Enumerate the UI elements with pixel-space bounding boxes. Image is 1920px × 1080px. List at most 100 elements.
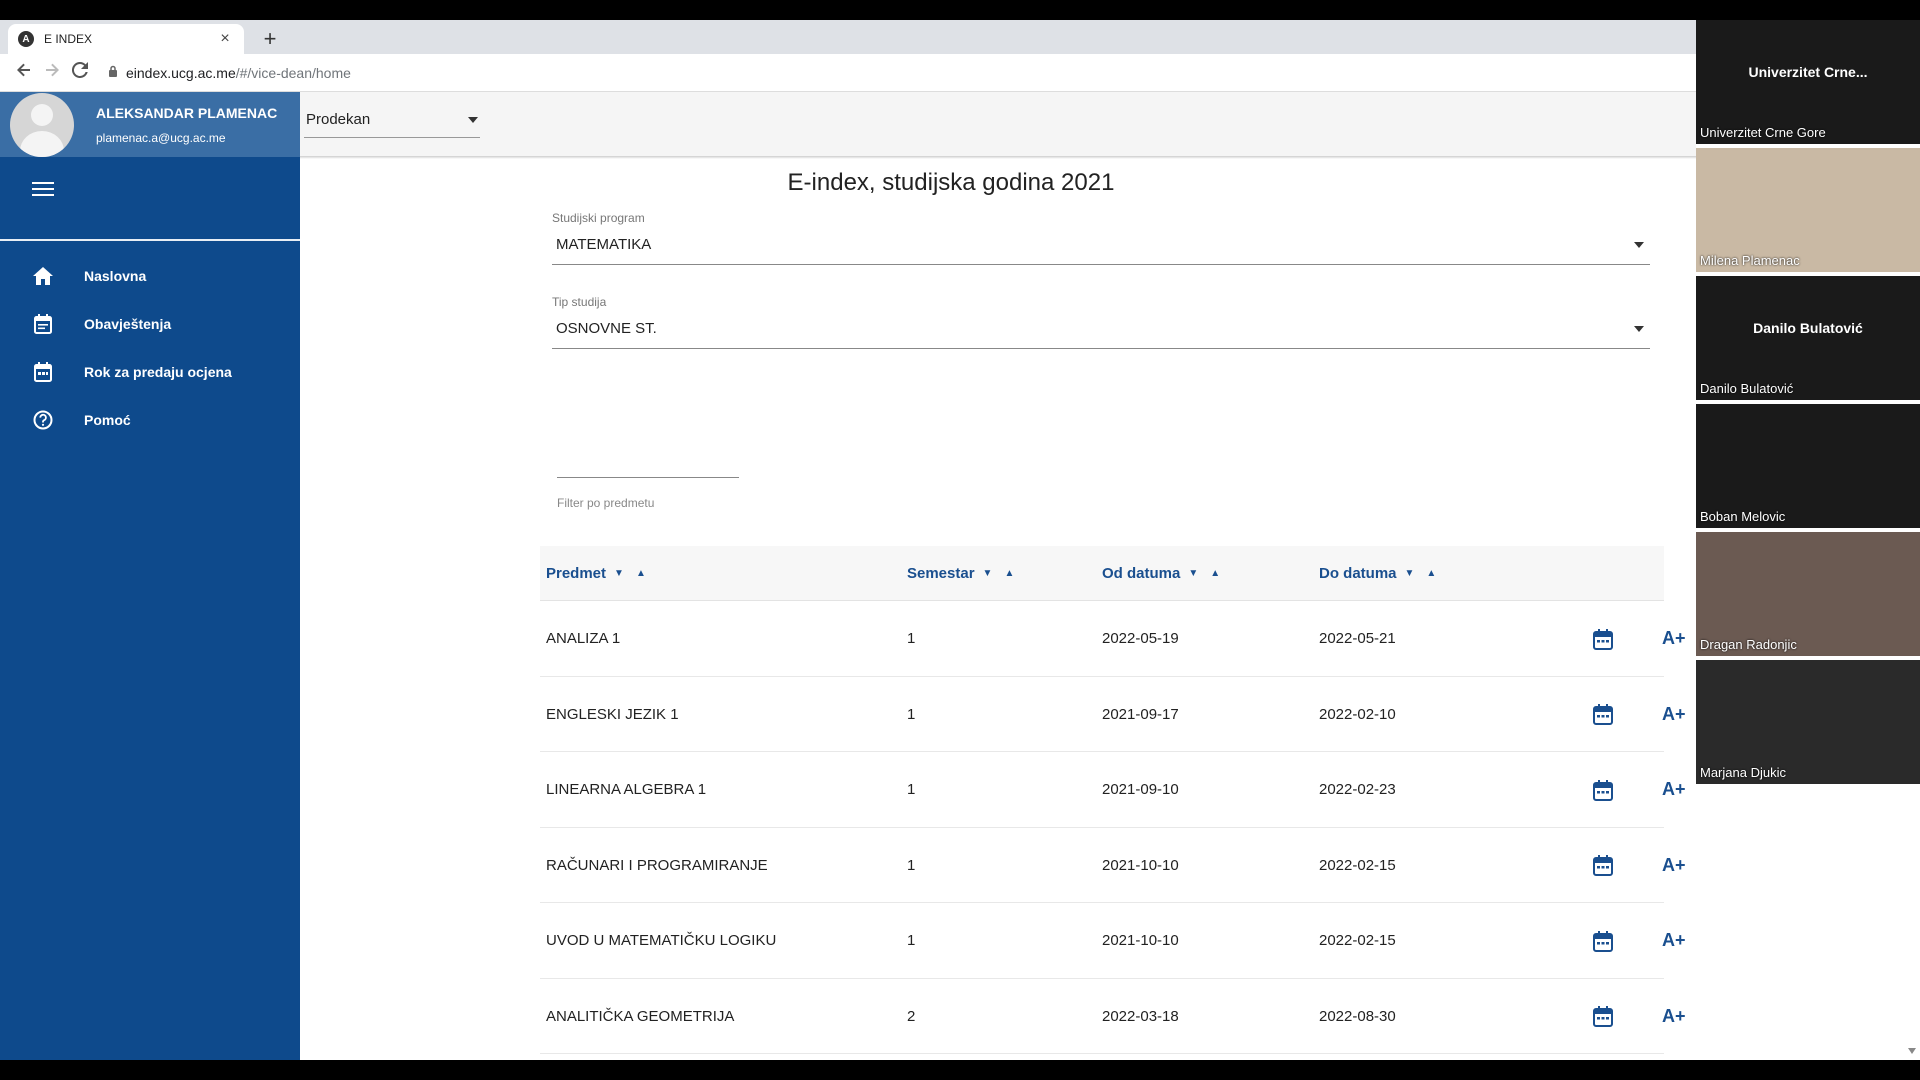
participant-name: Dragan Radonjic	[1700, 637, 1797, 652]
url-field[interactable]: eindex.ucg.ac.me/#/vice-dean/home	[108, 65, 351, 81]
cell-do-datuma: 2022-02-23	[1319, 781, 1396, 798]
set-deadline-calendar-icon[interactable]	[1592, 979, 1614, 1054]
subject-filter-label: Filter po predmetu	[557, 496, 655, 510]
cell-semestar: 1	[907, 630, 916, 647]
column-header-do-datuma[interactable]: Do datuma ▼ ▲	[1319, 546, 1436, 601]
participant-name: Milena Plamenac	[1700, 253, 1800, 268]
cell-predmet: ANALIZA 1	[546, 630, 621, 647]
set-deadline-calendar-icon[interactable]	[1592, 677, 1614, 752]
column-header-semestar[interactable]: Semestar ▼ ▲	[907, 546, 1014, 601]
user-email: plamenac.a@ucg.ac.me	[96, 130, 226, 145]
sort-desc-icon[interactable]: ▼	[1188, 568, 1198, 579]
top-bar: Prodekan	[300, 92, 1696, 157]
participant-video-tile[interactable]: Boban Melovic	[1696, 404, 1920, 528]
sidebar-divider	[0, 239, 300, 241]
sidebar-item-label: Pomoć	[84, 412, 131, 428]
sidebar-item-label: Rok za predaju ocjena	[84, 364, 232, 380]
close-tab-icon[interactable]: ×	[216, 30, 234, 48]
participant-video-tile[interactable]: Milena Plamenac	[1696, 148, 1920, 272]
enter-grades-button[interactable]: A+	[1662, 752, 1686, 827]
chevron-down-icon	[1634, 241, 1644, 248]
sort-asc-icon[interactable]: ▲	[1004, 568, 1014, 579]
scroll-down-icon[interactable]	[1908, 1048, 1916, 1054]
browser-tab[interactable]: A E INDEX ×	[8, 24, 244, 54]
angular-favicon-icon: A	[18, 31, 34, 47]
table-row: LINEARNA ALGEBRA 1 1 2021-09-10 2022-02-…	[540, 752, 1686, 828]
sidebar-item-rok-za-predaju-ocjena[interactable]: Rok za predaju ocjena	[0, 348, 300, 396]
new-tab-icon[interactable]: +	[258, 26, 282, 52]
help-circle-icon	[32, 409, 54, 431]
study-program-value: MATEMATIKA	[556, 236, 652, 253]
lock-icon	[108, 65, 118, 80]
table-row: UVOD U MATEMATIČKU LOGIKU 1 2021-10-10 2…	[540, 903, 1686, 979]
cell-predmet: UVOD U MATEMATIČKU LOGIKU	[546, 932, 777, 949]
participant-name: Marjana Djukic	[1700, 765, 1786, 780]
avatar	[10, 92, 74, 157]
url-path: /#/vice-dean/home	[235, 64, 351, 81]
column-header-label: Semestar	[907, 565, 975, 582]
cell-od-datuma: 2022-05-19	[1102, 630, 1179, 647]
eindex-app: ALEKSANDAR PLAMENAC plamenac.a@ucg.ac.me…	[0, 92, 1696, 1060]
participant-video-tile[interactable]: Danilo Bulatović Danilo Bulatović	[1696, 276, 1920, 400]
reload-icon[interactable]	[66, 61, 94, 83]
column-header-predmet[interactable]: Predmet ▼ ▲	[546, 546, 646, 601]
sort-desc-icon[interactable]: ▼	[983, 568, 993, 579]
study-program-label: Studijski program	[552, 211, 645, 225]
page-title: E-index, studijska godina 2021	[787, 169, 1115, 196]
cell-predmet: RAČUNARI I PROGRAMIRANJE	[546, 856, 768, 874]
table-row: RAČUNARI I PROGRAMIRANJE 1 2021-10-10 20…	[540, 828, 1686, 903]
column-header-label: Od datuma	[1102, 565, 1181, 582]
set-deadline-calendar-icon[interactable]	[1592, 752, 1614, 827]
address-bar: eindex.ucg.ac.me/#/vice-dean/home	[0, 54, 1696, 92]
cell-do-datuma: 2022-02-15	[1319, 856, 1396, 874]
set-deadline-calendar-icon[interactable]	[1592, 828, 1614, 903]
study-type-select[interactable]: OSNOVNE ST.	[552, 309, 1650, 349]
role-select[interactable]: Prodekan	[304, 102, 480, 138]
user-name: ALEKSANDAR PLAMENAC	[96, 104, 278, 121]
cell-do-datuma: 2022-05-21	[1319, 630, 1396, 647]
sort-asc-icon[interactable]: ▲	[1426, 568, 1436, 579]
column-header-label: Predmet	[546, 565, 607, 582]
back-icon[interactable]	[10, 62, 38, 83]
participant-name: Danilo Bulatović	[1700, 381, 1794, 396]
sidebar-item-pomoc[interactable]: Pomoć	[0, 396, 300, 444]
cell-od-datuma: 2021-10-10	[1102, 932, 1179, 949]
participant-video-tile[interactable]: Univerzitet Crne... Univerzitet Crne Gore	[1696, 20, 1920, 144]
cell-semestar: 1	[907, 856, 916, 874]
sort-desc-icon[interactable]: ▼	[1405, 568, 1415, 579]
sort-asc-icon[interactable]: ▲	[636, 568, 646, 579]
tab-bar: A E INDEX × +	[0, 20, 1696, 54]
table-body: ANALIZA 1 1 2022-05-19 2022-05-21 A+ ENG…	[540, 601, 1686, 1054]
browser-window: A E INDEX × + eindex.ucg.ac.me/#/vice-de…	[0, 20, 1696, 1060]
participant-center-label: Univerzitet Crne...	[1748, 64, 1868, 80]
sort-asc-icon[interactable]: ▲	[1210, 568, 1220, 579]
study-program-select[interactable]: MATEMATIKA	[552, 225, 1650, 265]
user-profile: ALEKSANDAR PLAMENAC plamenac.a@ucg.ac.me	[0, 92, 300, 157]
participant-video-tile[interactable]: Dragan Radonjic	[1696, 532, 1920, 656]
enter-grades-button[interactable]: A+	[1662, 979, 1686, 1054]
enter-grades-button[interactable]: A+	[1662, 903, 1686, 978]
enter-grades-button[interactable]: A+	[1662, 601, 1686, 676]
notifications-calendar-icon	[32, 313, 54, 335]
sidebar-item-obavjestenja[interactable]: Obavještenja	[0, 300, 300, 348]
participant-video-tile[interactable]: Marjana Djukic	[1696, 660, 1920, 784]
cell-od-datuma: 2021-09-17	[1102, 705, 1179, 723]
url-host: eindex.ucg.ac.me	[126, 64, 236, 81]
forward-icon[interactable]	[38, 62, 66, 83]
sort-desc-icon[interactable]: ▼	[614, 568, 624, 579]
courses-table: Predmet ▼ ▲ Semestar ▼ ▲ Od datuma ▼ ▲ D…	[540, 546, 1686, 1054]
calendar-icon	[32, 361, 54, 383]
cell-semestar: 1	[907, 932, 916, 949]
enter-grades-button[interactable]: A+	[1662, 828, 1686, 903]
sidebar-item-naslovna[interactable]: Naslovna	[0, 252, 300, 300]
enter-grades-button[interactable]: A+	[1662, 677, 1686, 752]
hamburger-menu-icon[interactable]	[32, 182, 54, 198]
set-deadline-calendar-icon[interactable]	[1592, 903, 1614, 978]
participant-center-label: Danilo Bulatović	[1753, 320, 1863, 336]
column-header-od-datuma[interactable]: Od datuma ▼ ▲	[1102, 546, 1220, 601]
subject-filter-input[interactable]	[557, 477, 739, 478]
column-header-label: Do datuma	[1319, 565, 1397, 582]
set-deadline-calendar-icon[interactable]	[1592, 601, 1614, 676]
study-program-field: Studijski program MATEMATIKA	[552, 211, 1650, 265]
chevron-down-icon	[1634, 325, 1644, 332]
